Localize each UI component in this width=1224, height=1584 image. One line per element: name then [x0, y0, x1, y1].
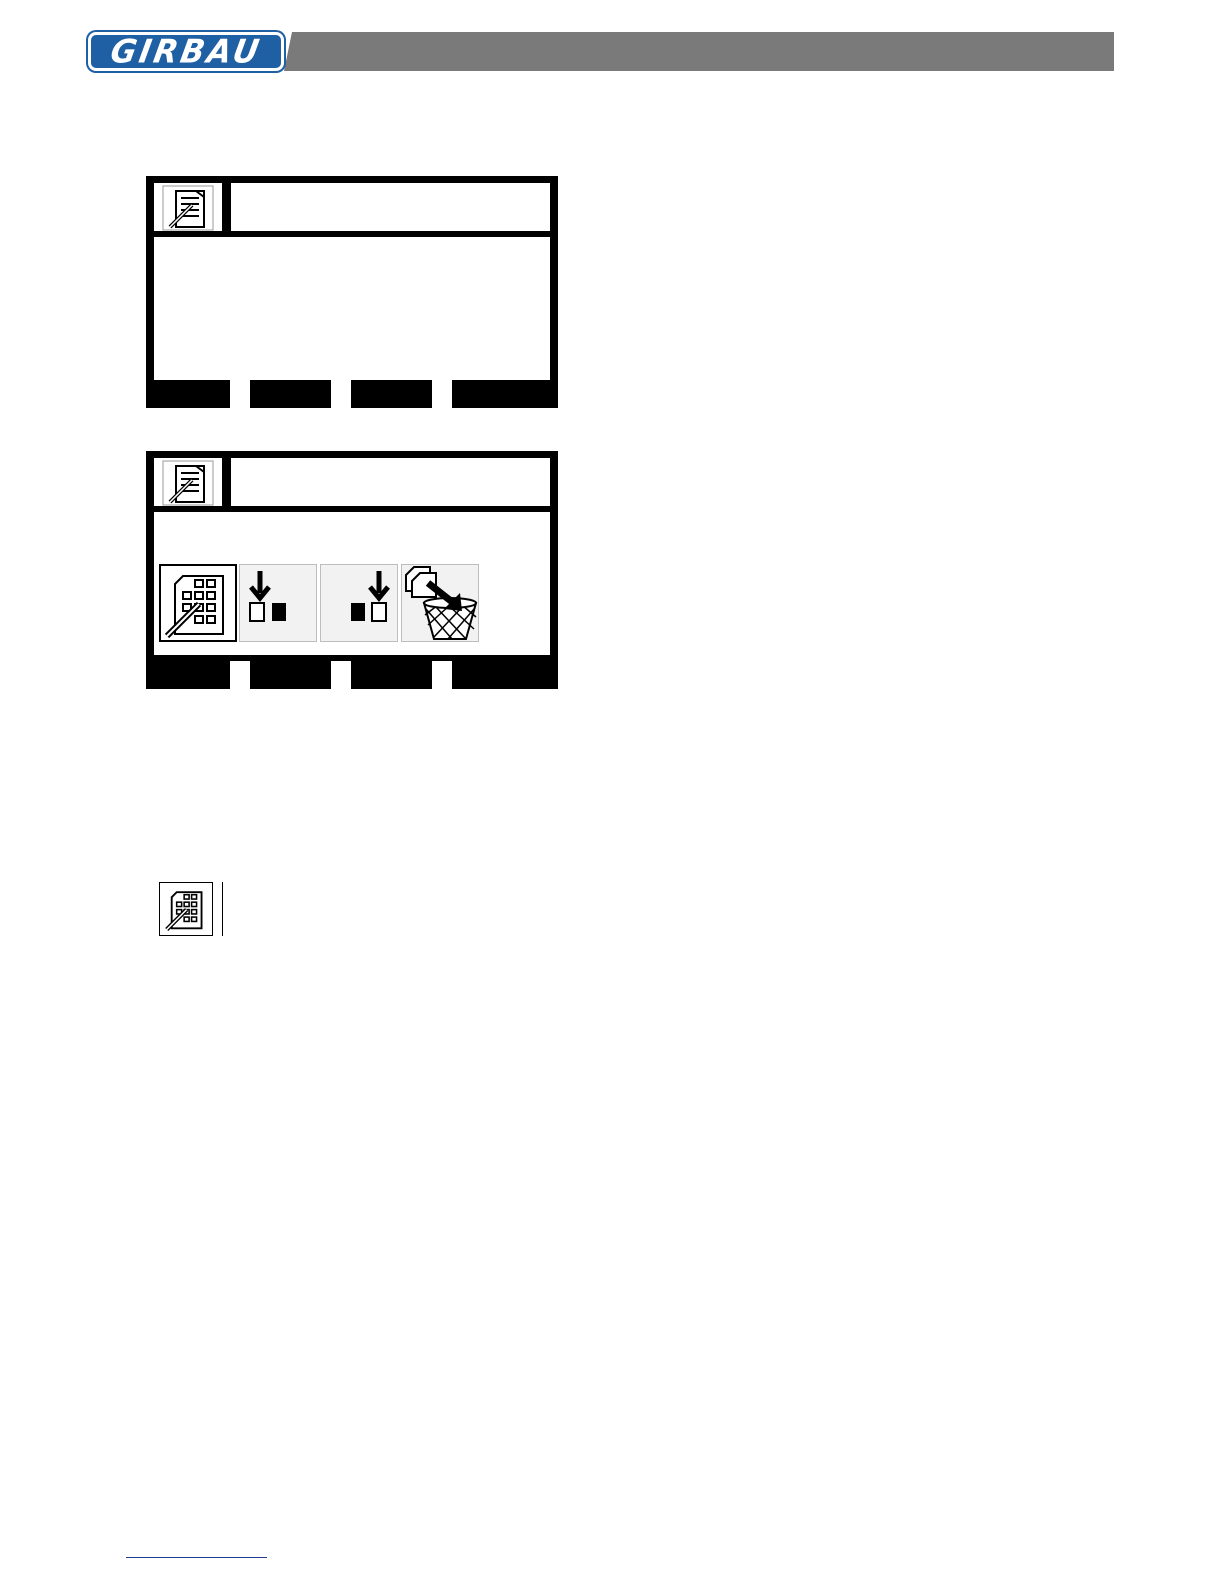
legend-keypad-edit-icon [159, 882, 213, 936]
delete-option[interactable] [401, 564, 479, 642]
load-left-option[interactable] [239, 564, 317, 642]
title-separator [222, 183, 231, 231]
screen-title-bar [154, 183, 550, 231]
softkey-gap [331, 380, 351, 408]
screen-content [154, 237, 550, 380]
softkey-1[interactable] [146, 661, 230, 689]
softkey-2[interactable] [250, 661, 331, 689]
softkey-3[interactable] [351, 380, 432, 408]
softkey-gap [230, 380, 250, 408]
softkey-gap [432, 380, 452, 408]
softkey-1[interactable] [146, 380, 230, 408]
document-edit-icon [154, 183, 222, 231]
softkey-4[interactable] [452, 380, 558, 408]
load-right-option[interactable] [320, 564, 398, 642]
document-edit-icon [154, 458, 222, 506]
girbau-logo: GIRBAU [88, 32, 284, 71]
lcd-screen-1 [146, 176, 558, 408]
delete-to-trash-icon [405, 566, 478, 640]
keypad-edit-icon [164, 575, 224, 639]
download-right-icon [351, 571, 390, 622]
header-bar [284, 32, 1114, 71]
softkey-4[interactable] [452, 661, 558, 689]
download-left-icon [249, 571, 286, 622]
softkey-gap [230, 661, 250, 689]
softkey-gap [331, 661, 351, 689]
logo-text: GIRBAU [107, 32, 265, 71]
lcd-screen-2 [146, 451, 558, 689]
screen-title-bar [154, 458, 550, 506]
softkey-2[interactable] [250, 380, 331, 408]
title-separator [222, 458, 231, 506]
keypad-edit-option[interactable] [159, 564, 237, 642]
softkey-3[interactable] [351, 661, 432, 689]
legend-divider [222, 882, 223, 936]
softkey-gap [432, 661, 452, 689]
footer-link-underline [126, 1557, 267, 1558]
